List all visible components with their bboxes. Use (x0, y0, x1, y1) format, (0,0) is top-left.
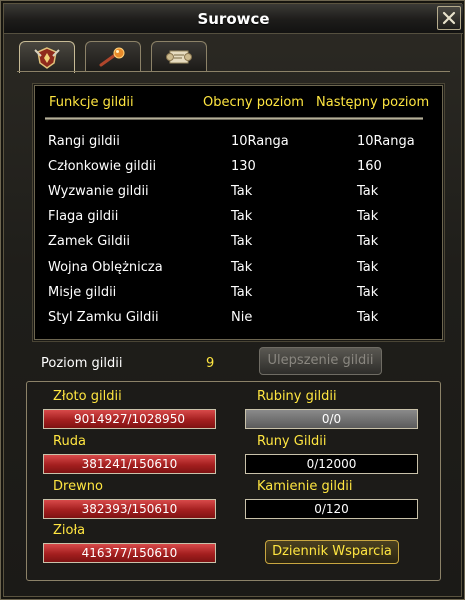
next-value: 10Ranga (357, 134, 415, 149)
header-current-level: Obecny poziom (203, 95, 304, 110)
tab-guild-info[interactable] (19, 41, 75, 73)
runes-label: Runy Gildii (257, 434, 327, 449)
table-row: Flaga gildii Tak Tak (35, 209, 442, 229)
guild-features-table: Funkcje gildii Obecny poziom Następny po… (34, 85, 443, 340)
ore-label: Ruda (53, 434, 86, 449)
next-value: Tak (357, 209, 379, 224)
rubies-label: Rubiny gildii (257, 389, 337, 404)
feature-name: Misje gildii (48, 285, 117, 300)
table-row: Wyzwanie gildii Tak Tak (35, 184, 442, 204)
table-row: Misje gildii Tak Tak (35, 285, 442, 305)
table-row: Wojna Oblężnicza Tak Tak (35, 260, 442, 280)
table-row: Styl Zamku Gildii Nie Tak (35, 310, 442, 330)
stones-label: Kamienie gildii (257, 479, 353, 494)
next-value: Tak (357, 310, 379, 325)
current-value: 10Ranga (231, 134, 289, 149)
guild-level-label: Poziom gildii (41, 356, 123, 371)
runes-bar: 0/12000 (245, 454, 418, 474)
orb-wand-icon (99, 47, 125, 66)
title-bar[interactable]: Surowce (4, 4, 463, 34)
feature-name: Wojna Oblężnicza (48, 260, 163, 275)
feature-name: Wyzwanie gildii (48, 184, 149, 199)
wood-label: Drewno (53, 479, 103, 494)
herbs-label: Zioła (53, 523, 86, 538)
wood-bar: 382393/150610 (43, 499, 216, 519)
tab-guild-skills[interactable] (85, 41, 141, 71)
feature-name: Członkowie gildii (48, 159, 157, 174)
next-value: Tak (357, 260, 379, 275)
stones-bar: 0/120 (245, 499, 418, 519)
support-log-button[interactable]: Dziennik Wsparcia (265, 540, 399, 564)
ore-bar: 381241/150610 (43, 454, 216, 474)
current-value: Tak (231, 234, 253, 249)
current-value: Nie (231, 310, 253, 325)
header-divider (45, 117, 423, 120)
current-value: Tak (231, 209, 253, 224)
next-value: Tak (357, 234, 379, 249)
table-row: Rangi gildii 10Ranga 10Ranga (35, 134, 442, 154)
current-value: Tak (231, 260, 253, 275)
feature-name: Zamek Gildii (48, 234, 130, 249)
upgrade-guild-button[interactable]: Ulepszenie gildii (259, 347, 382, 375)
gold-bar: 9014927/1028950 (43, 409, 216, 429)
herbs-bar: 416377/150610 (43, 543, 216, 563)
guild-level-value: 9 (206, 356, 215, 371)
next-value: Tak (357, 184, 379, 199)
current-value: Tak (231, 184, 253, 199)
feature-name: Flaga gildii (48, 209, 119, 224)
current-value: 130 (231, 159, 256, 174)
close-icon (442, 11, 456, 25)
feature-name: Styl Zamku Gildii (48, 310, 159, 325)
tab-guild-log[interactable] (151, 41, 207, 71)
current-value: Tak (231, 285, 253, 300)
close-button[interactable] (437, 6, 461, 30)
feature-name: Rangi gildii (48, 134, 120, 149)
next-value: 160 (357, 159, 382, 174)
window-title: Surowce (197, 10, 270, 28)
tab-divider (17, 71, 450, 72)
table-row: Zamek Gildii Tak Tak (35, 234, 442, 254)
next-value: Tak (357, 285, 379, 300)
rubies-bar: 0/0 (245, 409, 418, 429)
table-row: Członkowie gildii 130 160 (35, 159, 442, 179)
header-next-level: Następny poziom (316, 95, 430, 110)
scroll-icon (166, 50, 192, 63)
header-feature: Funkcje gildii (49, 95, 134, 110)
guild-emblem-icon (34, 46, 60, 69)
guild-resources-window: Surowce Funkcje gildii Obecny poziom Nas… (0, 0, 465, 600)
gold-label: Złoto gildii (53, 389, 122, 404)
